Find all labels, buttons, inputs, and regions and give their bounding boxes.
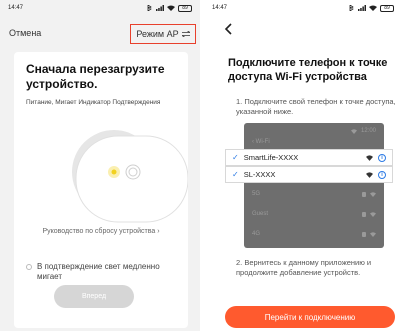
wifi-status-icon: [369, 5, 377, 11]
wifi-icon: [370, 231, 376, 237]
network-name: SmartLife-XXXX: [243, 153, 299, 162]
chevron-right-icon: ›: [157, 228, 160, 235]
network-name: Guest: [252, 211, 269, 217]
signal-icon: [358, 5, 366, 11]
checkmark-icon: ✓: [232, 170, 239, 179]
status-time: 14:47: [212, 5, 228, 11]
phone-time: 12:00: [360, 128, 376, 134]
network-row: 5G: [244, 187, 384, 201]
ap-mode-button[interactable]: Режим AP: [130, 24, 196, 44]
wifi-icon: [366, 154, 373, 161]
bluetooth-icon: [147, 5, 152, 11]
wifi-status-icon: [167, 5, 175, 11]
step-two-text: 2. Вернитесь к данному приложению и прод…: [236, 258, 372, 277]
info-icon[interactable]: i: [378, 153, 386, 162]
wifi-icon: [370, 191, 376, 197]
checkmark-icon: ✓: [232, 153, 239, 162]
phone-wifi-mockup: 12:00 ‹ Wi-Fi 5G Guest 4G: [244, 123, 384, 248]
ap-mode-label: Режим AP: [136, 29, 179, 39]
lock-icon: [362, 231, 366, 237]
network-row: 4G: [244, 227, 384, 241]
step-one-text: 1. Подключите свой телефон к точке досту…: [236, 97, 396, 116]
network-item-smartlife[interactable]: ✓ SmartLife-XXXX i: [225, 149, 393, 166]
info-icon[interactable]: i: [378, 170, 386, 179]
bluetooth-icon: [349, 5, 354, 11]
signal-icon: [156, 5, 164, 11]
device-illustration: [72, 130, 188, 223]
wifi-icon: [350, 128, 357, 134]
chevron-left-icon: ‹ Wi-Fi: [252, 139, 270, 145]
page-title: Подключите телефон к точке доступа Wi-Fi…: [228, 57, 388, 83]
go-to-connect-button[interactable]: Перейти к подключению: [225, 306, 395, 328]
status-icons: 89: [347, 4, 394, 12]
back-arrow-icon[interactable]: [224, 23, 234, 35]
wifi-icon: [370, 211, 376, 217]
reset-guide-label: Руководство по сбросу устройства: [42, 228, 156, 235]
wifi-header: Wi-Fi: [255, 139, 270, 145]
next-button[interactable]: Вперед: [54, 285, 134, 308]
status-icons: 89: [145, 4, 192, 12]
network-name: 4G: [252, 231, 261, 237]
network-name: 5G: [252, 191, 261, 197]
indicator-light: [111, 169, 117, 175]
battery-icon: 89: [178, 4, 192, 12]
status-time: 14:47: [8, 5, 24, 11]
instruction-card: Сначала перезагрузите устройство. Питани…: [14, 52, 188, 328]
confirm-label: В подтверждение свет медленно мигает: [37, 262, 160, 281]
status-bar: 14:47 89: [204, 0, 402, 16]
network-row: Guest: [244, 207, 384, 221]
reset-guide-link[interactable]: Руководство по сбросу устройства ›: [14, 228, 188, 235]
page-title: Сначала перезагрузите устройство.: [26, 62, 165, 91]
lock-icon: [362, 191, 366, 197]
cancel-button[interactable]: Отмена: [9, 28, 41, 38]
page-subtitle: Питание, Мигает Индикатор Подтверждения: [26, 99, 161, 106]
top-bar: Отмена Режим AP: [0, 24, 200, 46]
confirm-checkbox[interactable]: В подтверждение свет медленно мигает: [26, 262, 181, 282]
radio-icon: [26, 264, 32, 270]
wifi-icon: [366, 171, 373, 178]
network-name: SL-XXXX: [243, 170, 276, 179]
connect-hotspot-screen: 14:47 89 Подключите телефон к точке дост…: [204, 0, 402, 331]
network-item-sl[interactable]: ✓ SL-XXXX i: [225, 166, 393, 183]
status-bar: 14:47 89: [0, 0, 200, 16]
battery-icon: 89: [380, 4, 394, 12]
swap-icon: [181, 31, 190, 37]
reset-device-screen: 14:47 89 Отмена Режим AP Сначала перезаг…: [0, 0, 200, 331]
lock-icon: [362, 211, 366, 217]
wifi-header-row: ‹ Wi-Fi: [244, 135, 384, 149]
